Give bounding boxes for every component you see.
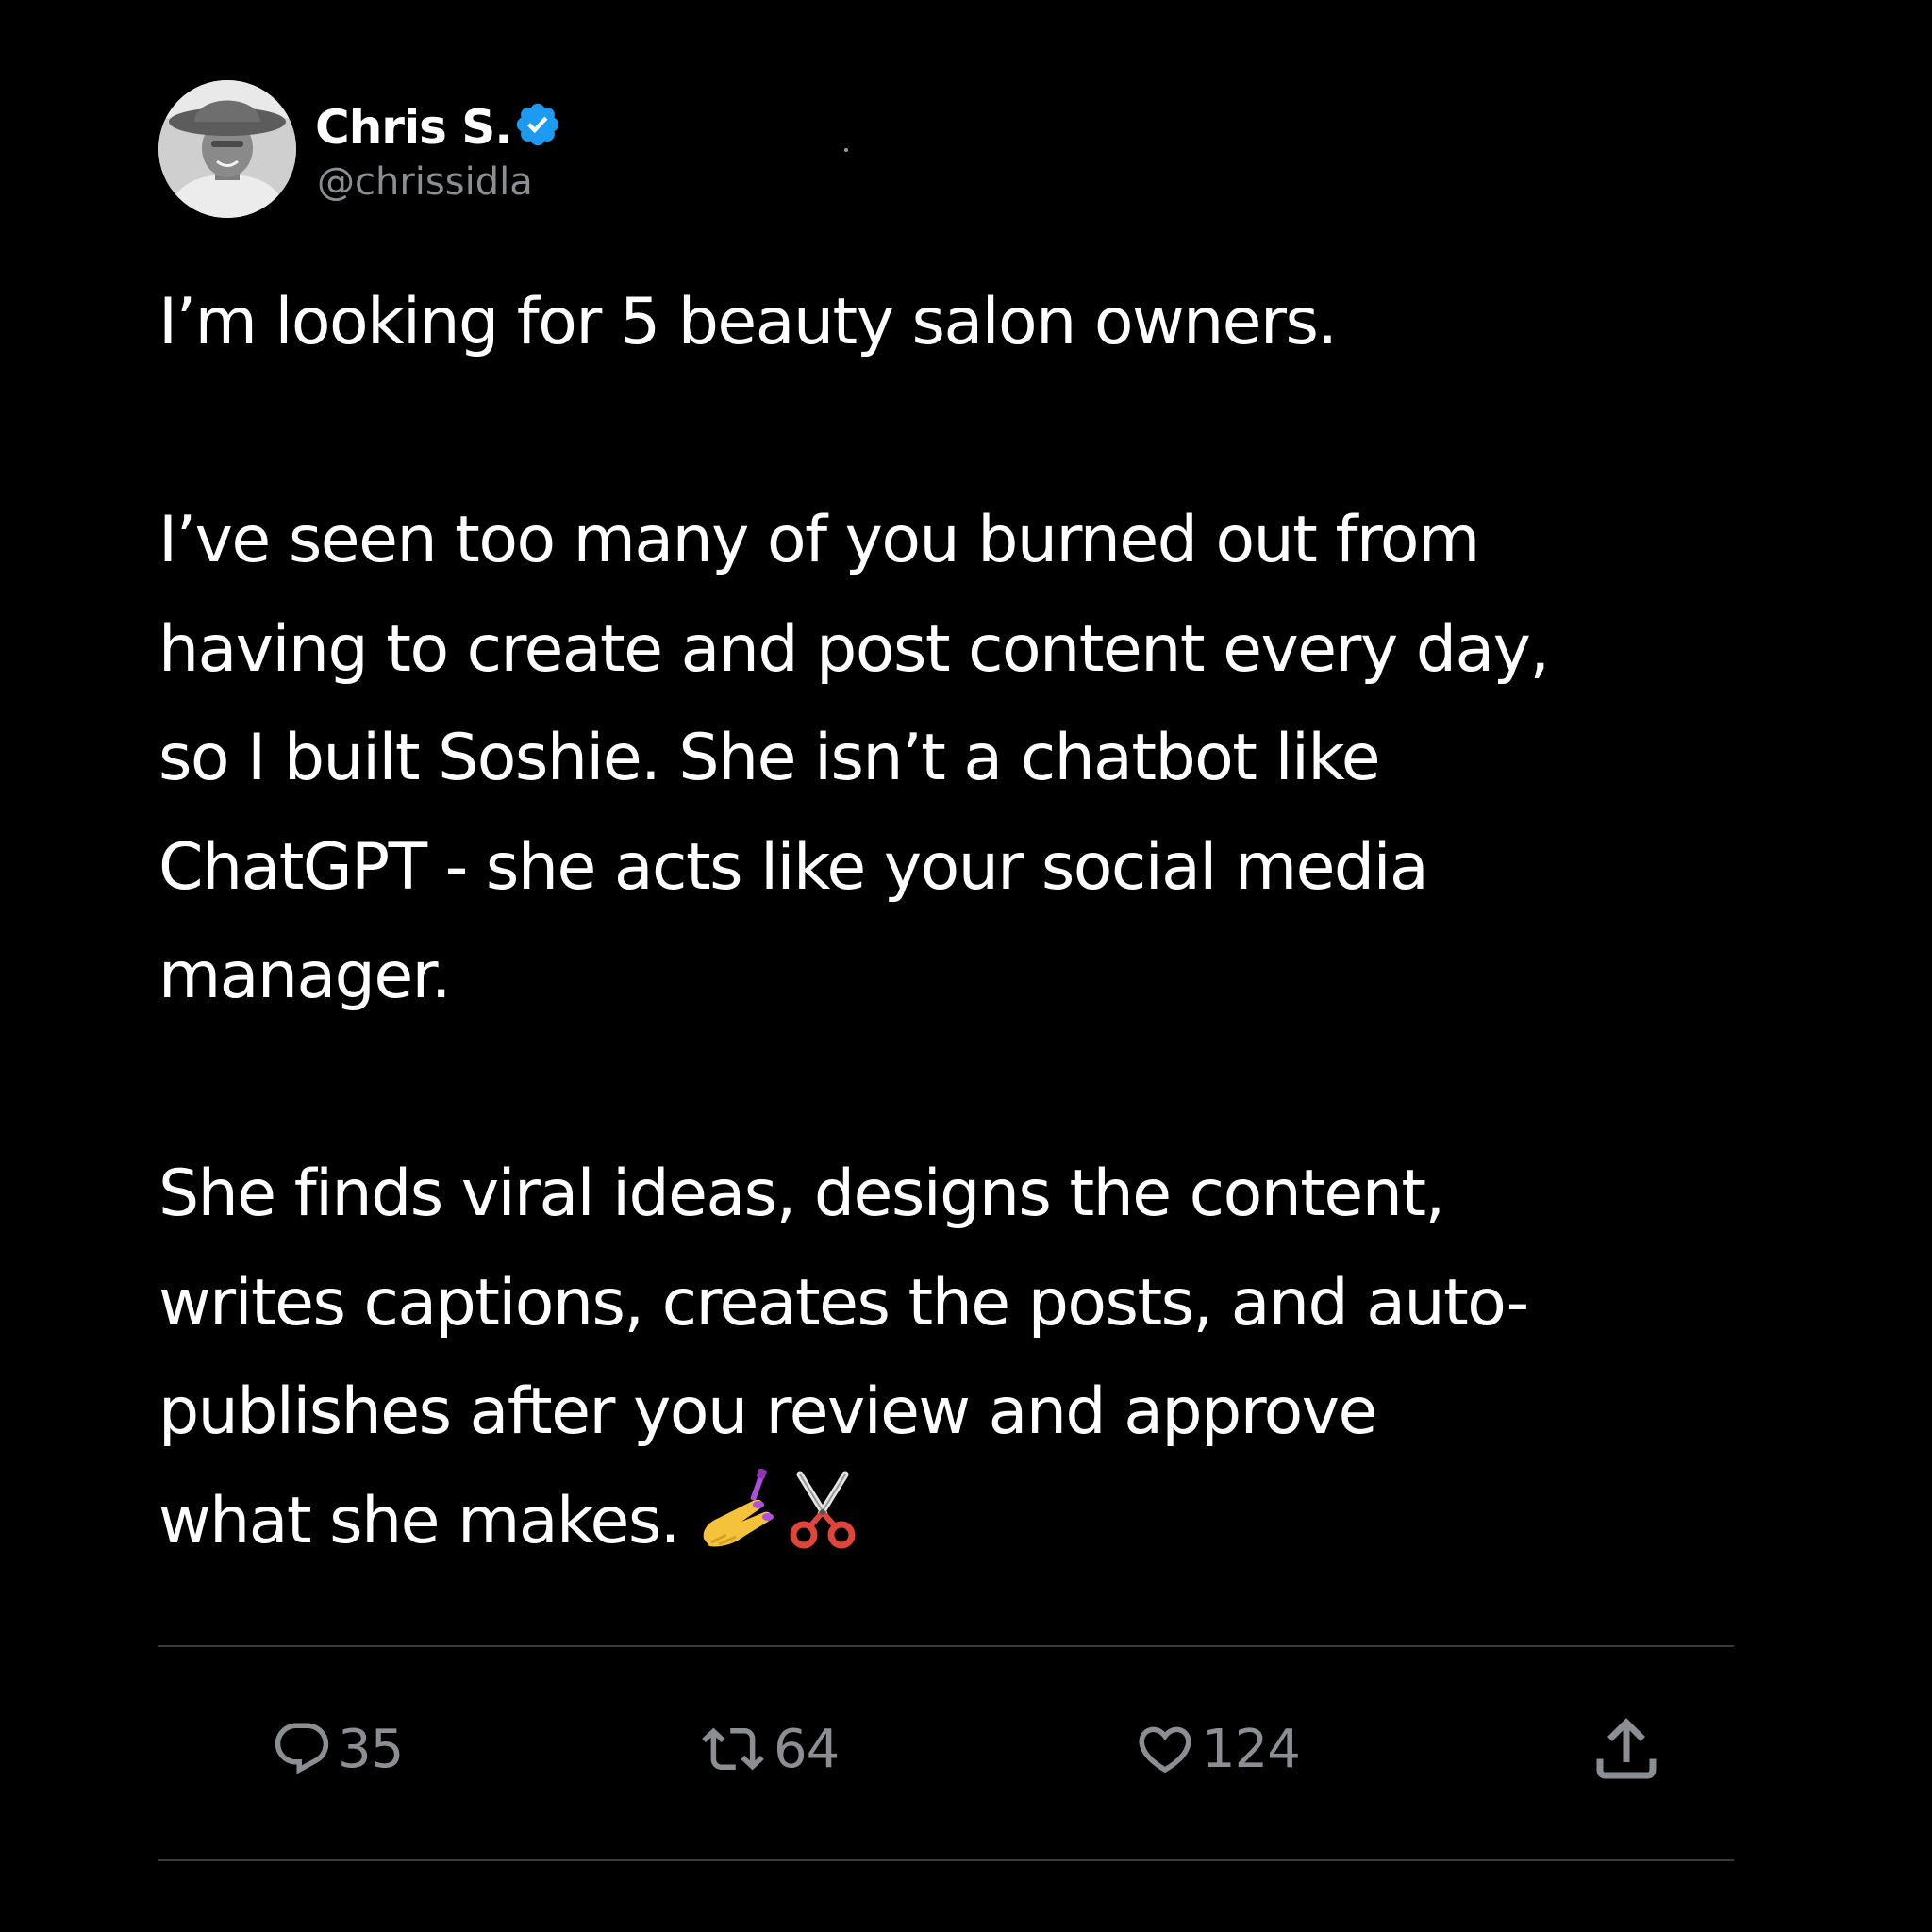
tweet-line: writes captions, creates the posts, and … bbox=[158, 1265, 1529, 1341]
tweet-card: Chris S. @chrissidla I’m looking for 5 b… bbox=[0, 0, 1932, 1932]
avatar-image bbox=[158, 80, 296, 218]
share-button[interactable] bbox=[1587, 1709, 1666, 1789]
like-count: 124 bbox=[1202, 1718, 1301, 1780]
reply-icon bbox=[275, 1723, 329, 1774]
tweet-line: so I built Soshie. She isn’t a chatbot l… bbox=[158, 721, 1381, 795]
tweet-last-line: what she makes. bbox=[158, 1467, 1800, 1576]
scissors-emoji bbox=[790, 1471, 856, 1548]
tweet-line: I’ve seen too many of you burned out fro… bbox=[158, 503, 1480, 577]
nail-polish-emoji bbox=[703, 1468, 774, 1547]
tweet-line: I’m looking for 5 beauty salon owners. bbox=[158, 285, 1338, 359]
share-icon bbox=[1596, 1718, 1657, 1779]
avatar[interactable] bbox=[158, 80, 296, 218]
verified-badge-icon bbox=[517, 103, 559, 146]
divider-top bbox=[158, 1645, 1734, 1647]
retweet-count: 64 bbox=[774, 1718, 840, 1780]
reply-count: 35 bbox=[338, 1718, 404, 1780]
author-handle[interactable]: @chrissidla bbox=[317, 158, 533, 206]
author-display-name[interactable]: Chris S. bbox=[315, 96, 512, 158]
divider-bottom bbox=[158, 1859, 1734, 1861]
tweet-line: what she makes. bbox=[158, 1483, 698, 1558]
tweet-line: ChatGPT - she acts like your social medi… bbox=[158, 829, 1429, 905]
retweet-icon bbox=[702, 1727, 764, 1771]
heart-icon bbox=[1139, 1726, 1191, 1774]
dot-artifact bbox=[844, 148, 848, 152]
tweet-line: publishes after you review and approve bbox=[158, 1374, 1377, 1449]
author-name-row: Chris S. bbox=[315, 96, 562, 158]
tweet-text: I’m looking for 5 beauty salon owners. I… bbox=[158, 268, 1800, 1575]
tweet-line: manager. bbox=[158, 939, 452, 1013]
reply-button[interactable]: 35 bbox=[270, 1709, 404, 1789]
retweet-button[interactable]: 64 bbox=[696, 1709, 840, 1789]
tweet-line: having to create and post content every … bbox=[158, 611, 1550, 687]
like-button[interactable]: 124 bbox=[1132, 1709, 1301, 1789]
tweet-line: She finds viral ideas, designs the conte… bbox=[158, 1157, 1445, 1231]
